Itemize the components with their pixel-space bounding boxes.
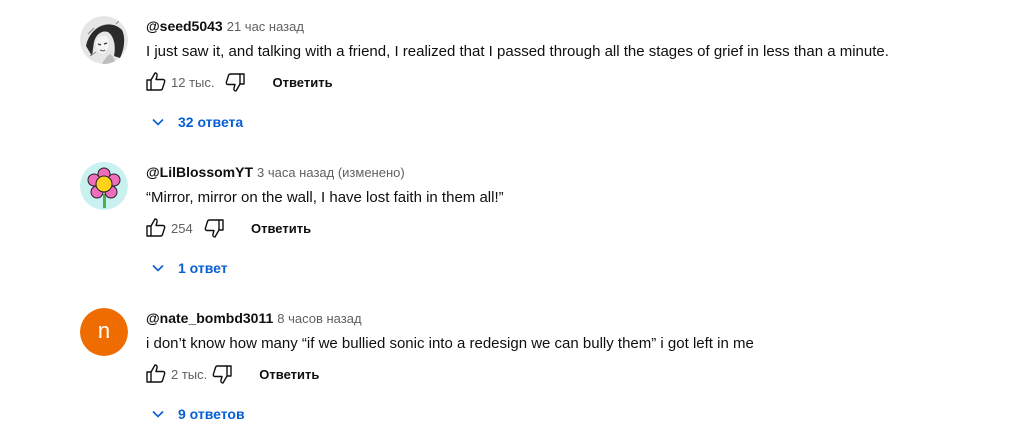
thumbs-down-icon	[226, 73, 246, 92]
thumbs-down-icon	[212, 365, 232, 384]
comment-author[interactable]: @LilBlossomYT	[146, 164, 253, 180]
comment-time[interactable]: 21 час назад	[227, 19, 304, 34]
chevron-down-icon	[150, 260, 166, 276]
reply-button[interactable]: Ответить	[272, 75, 332, 90]
avatar[interactable]: n	[80, 308, 128, 356]
comment-body: @seed5043 21 час назад I just saw it, and…	[146, 16, 1016, 130]
dislike-button[interactable]	[201, 215, 227, 241]
reply-button[interactable]: Ответить	[251, 221, 311, 236]
comment-header: @LilBlossomYT 3 часа назад (изменено)	[146, 162, 1016, 182]
comment-author[interactable]: @nate_bombd3011	[146, 310, 273, 326]
replies-count: 1 ответ	[178, 260, 228, 276]
comment-body: @nate_bombd3011 8 часов назад i don’t kno…	[146, 308, 1016, 422]
like-count: 12 тыс.	[171, 74, 215, 90]
like-button[interactable]	[143, 361, 169, 387]
chevron-down-icon	[150, 406, 166, 422]
like-button[interactable]	[143, 69, 169, 95]
replies-toggle[interactable]: 9 ответов	[150, 404, 245, 424]
sketch-avatar-image	[80, 16, 128, 64]
thumbs-up-icon	[146, 364, 166, 383]
replies-count: 32 ответа	[178, 114, 244, 130]
comment-text: “Mirror, mirror on the wall, I have lost…	[146, 189, 504, 206]
comment-time[interactable]: 3 часа назад (изменено)	[257, 165, 405, 180]
like-count: 2 тыс.	[171, 366, 208, 382]
comment-time[interactable]: 8 часов назад	[277, 311, 361, 326]
avatar[interactable]	[80, 162, 128, 210]
comment-body: @LilBlossomYT 3 часа назад (изменено) “Mi…	[146, 162, 1016, 276]
replies-toggle[interactable]: 32 ответа	[150, 112, 243, 132]
flower-avatar-image	[80, 162, 128, 210]
avatar[interactable]	[80, 16, 128, 64]
comment-text: I just saw it, and talking with a friend…	[146, 43, 889, 60]
comment-actions: 254 Ответить	[143, 216, 311, 240]
avatar-letter: n	[80, 308, 128, 356]
thumbs-down-icon	[204, 219, 224, 238]
comment-actions: 12 тыс. Ответить	[143, 70, 333, 94]
replies-count: 9 ответов	[178, 406, 245, 422]
thumbs-up-icon	[146, 218, 166, 237]
comment-text: i don’t know how many “if we bullied son…	[146, 335, 754, 352]
like-button[interactable]	[143, 215, 169, 241]
like-count: 254	[171, 220, 193, 236]
comment-author[interactable]: @seed5043	[146, 18, 223, 34]
comment-header: @seed5043 21 час назад	[146, 16, 1016, 36]
reply-button[interactable]: Ответить	[259, 367, 319, 382]
dislike-button[interactable]	[222, 69, 248, 95]
replies-toggle[interactable]: 1 ответ	[150, 258, 228, 278]
comment-actions: 2 тыс. Ответить	[143, 362, 319, 386]
dislike-button[interactable]	[209, 361, 235, 387]
thumbs-up-icon	[146, 72, 166, 91]
comment-header: @nate_bombd3011 8 часов назад	[146, 308, 1016, 328]
chevron-down-icon	[150, 114, 166, 130]
